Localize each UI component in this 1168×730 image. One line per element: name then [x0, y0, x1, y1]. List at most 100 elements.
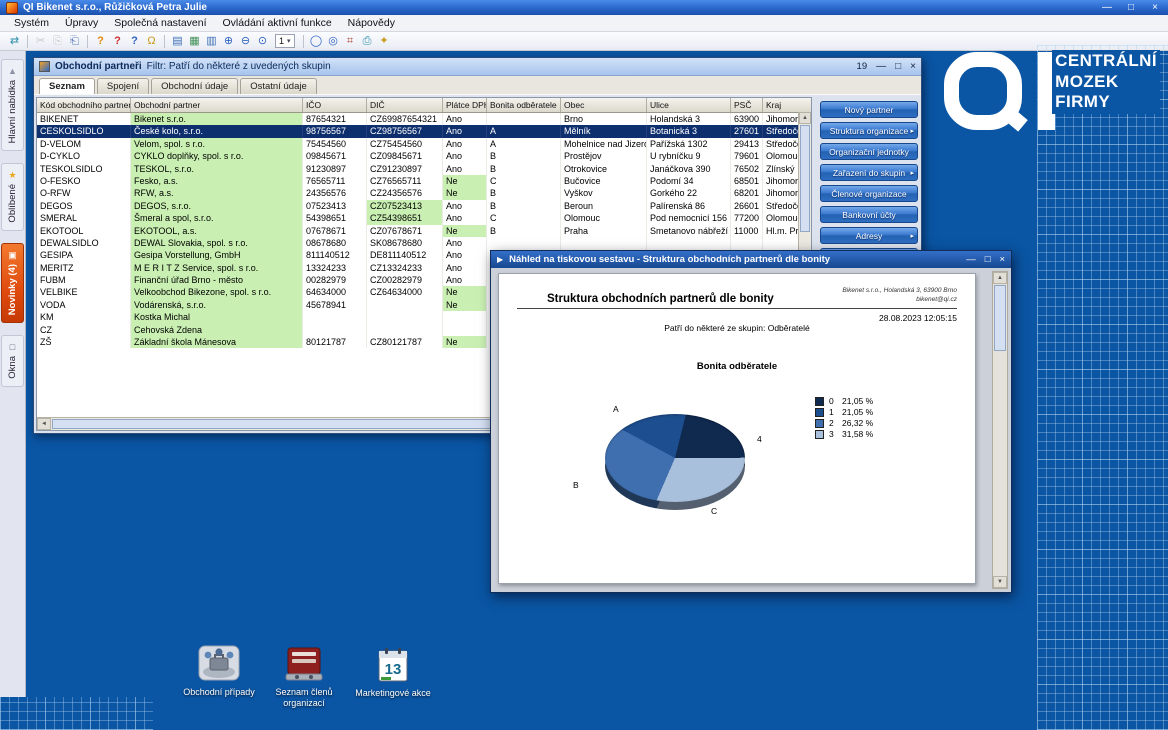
scrollbar-thumb[interactable]	[800, 125, 810, 232]
menu-n-pov-dy[interactable]: Nápovědy	[340, 16, 403, 30]
action-bankovn-ty-button[interactable]: Bankovní účty	[820, 206, 918, 223]
export-icon[interactable]: ✦	[376, 34, 393, 49]
help-red-icon[interactable]: ?	[109, 34, 126, 49]
table-row[interactable]: EKOTOOLEKOTOOL, a.s.07678671CZ07678671Ne…	[37, 225, 811, 237]
column-header-di[interactable]: DIČ	[367, 98, 443, 112]
table-cell: Šmeral a spol, s.r.o.	[131, 212, 303, 224]
zoom-out-icon[interactable]: ⊖	[237, 34, 254, 49]
table-cell: Gorkého 22	[647, 187, 731, 199]
table-cell: CZ80121787	[367, 336, 443, 348]
zoom-fit-icon[interactable]: ⊙	[254, 34, 271, 49]
table-cell: B	[487, 200, 561, 212]
action-lenov-organizace-button[interactable]: Členové organizace	[820, 185, 918, 202]
table-row[interactable]: DEGOSDEGOS, s.r.o.07523413CZ07523413AnoB…	[37, 200, 811, 212]
print-icon[interactable]: ⎙	[359, 34, 376, 49]
minimize-button[interactable]: —	[966, 254, 976, 265]
submenu-arrow-icon: ▸	[910, 127, 914, 135]
table-row[interactable]: DEWALSIDLODEWAL Slovakia, spol. s r.o.08…	[37, 237, 811, 249]
maximize-button[interactable]: □	[895, 61, 901, 72]
column-header-kraj[interactable]: Kraj	[763, 98, 811, 112]
table-cell: Vodárenská, s.r.o.	[131, 299, 303, 311]
scrollbar-thumb[interactable]	[994, 285, 1006, 351]
help-orange-icon[interactable]: ?	[92, 34, 109, 49]
scroll-left-icon[interactable]: ◄	[37, 418, 51, 430]
table-cell	[731, 237, 763, 249]
minimize-button[interactable]: —	[876, 61, 886, 72]
column-header-ps[interactable]: PSČ	[731, 98, 763, 112]
preview-window-titlebar[interactable]: ▶ Náhled na tiskovou sestavu - Struktura…	[491, 251, 1011, 268]
column-header-i-o[interactable]: IČO	[303, 98, 367, 112]
action-za-azen-do-skupin-button[interactable]: Zařazení do skupin▸	[820, 164, 918, 181]
menu-pravy[interactable]: Úpravy	[57, 16, 106, 30]
copy-icon[interactable]: ⎘	[49, 34, 66, 49]
tab-seznam[interactable]: Seznam	[39, 78, 95, 94]
table-row[interactable]: SMERALŠmeral a spol, s.r.o.54398651CZ543…	[37, 212, 811, 224]
preview-vertical-scrollbar[interactable]: ▲ ▼	[992, 271, 1008, 589]
partners-window-filter-text: Filtr: Patří do některé z uvedených skup…	[147, 61, 331, 72]
partners-window-titlebar[interactable]: Obchodní partneři Filtr: Patří do někter…	[34, 58, 921, 76]
sidebar-item-novinky-4[interactable]: ▣Novinky (4)	[1, 243, 24, 323]
ring-icon[interactable]: ◯	[308, 34, 325, 49]
paste-icon[interactable]: ⎗	[66, 34, 83, 49]
pie-slice-label-b: B	[573, 480, 579, 490]
table-cell: Ne	[443, 187, 487, 199]
menu-spole-n-nastaven[interactable]: Společná nastavení	[106, 16, 214, 30]
tab-obchodn-daje[interactable]: Obchodní údaje	[151, 78, 238, 94]
legend-swatch	[815, 419, 824, 428]
tab-ostatn-daje[interactable]: Ostatní údaje	[240, 78, 317, 94]
page-number-dropdown[interactable]: 1▾	[275, 34, 295, 48]
close-button[interactable]: ×	[1148, 2, 1162, 13]
action-adresy-button[interactable]: Adresy▸	[820, 227, 918, 244]
action-nov-partner-button[interactable]: Nový partner	[820, 101, 918, 118]
action-struktura-organizace-button[interactable]: Struktura organizace▸	[820, 122, 918, 139]
table-view-icon[interactable]: ▦	[186, 34, 203, 49]
column-header-bonita-odb-ratele[interactable]: Bonita odběratele	[487, 98, 561, 112]
scroll-up-icon[interactable]: ▲	[799, 112, 811, 124]
table-row[interactable]: O-FESKOFesko, a.s.76565711CZ76565711NeCB…	[37, 175, 811, 187]
close-button[interactable]: ×	[999, 254, 1005, 265]
grid-small-icon[interactable]: ⌗	[342, 34, 359, 49]
table-row[interactable]: D-CYKLOCYKLO doplňky, spol. s r.o.098456…	[37, 150, 811, 162]
sidebar-item-okna[interactable]: □Okna	[1, 335, 24, 387]
help-blue-icon[interactable]: ?	[126, 34, 143, 49]
maximize-button[interactable]: □	[1124, 2, 1138, 13]
minimize-button[interactable]: —	[1100, 2, 1114, 13]
table-cell: 11000	[731, 225, 763, 237]
scroll-down-icon[interactable]: ▼	[993, 576, 1007, 588]
chart-title: Bonita odběratele	[517, 361, 957, 372]
maximize-button[interactable]: □	[985, 254, 991, 265]
target-icon[interactable]: ◎	[325, 34, 342, 49]
column-header-pl-tce-dph[interactable]: Plátce DPH	[443, 98, 487, 112]
desktop-icon-label: Marketingové akce	[352, 688, 434, 699]
column-header-obchodn-partner[interactable]: Obchodní partner	[131, 98, 303, 112]
table-cell: Mělník	[561, 125, 647, 137]
column-header-obec[interactable]: Obec	[561, 98, 647, 112]
legend-value: 21,05 %	[842, 407, 873, 417]
menu-ovl-d-n-aktivn-funkce[interactable]: Ovládání aktivní funkce	[215, 16, 340, 30]
table-row[interactable]: D-VELOMVelom, spol. s r.o.75454560CZ7545…	[37, 138, 811, 150]
tab-spojen[interactable]: Spojení	[97, 78, 149, 94]
scroll-up-icon[interactable]: ▲	[993, 272, 1007, 284]
table-row[interactable]: O-RFWRFW, a.s.24356576CZ24356576NeBVyško…	[37, 187, 811, 199]
table-row[interactable]: CESKOLSIDLOČeské kolo, s.r.o.98756567CZ9…	[37, 125, 811, 137]
table-row[interactable]: BIKENETBikenet s.r.o.87654321CZ699876543…	[37, 113, 811, 125]
column-header-k-d-obchodn-ho-partnera[interactable]: Kód obchodního partnera	[37, 98, 131, 112]
desktop-icon-marketing-events[interactable]: 13 Marketingové akce	[352, 647, 434, 699]
list-view-icon[interactable]: ▥	[203, 34, 220, 49]
close-button[interactable]: ×	[910, 61, 916, 72]
desktop-icon-business-cases[interactable]: Obchodní případy	[178, 644, 260, 698]
column-header-ulice[interactable]: Ulice	[647, 98, 731, 112]
table-cell: Ano	[443, 212, 487, 224]
table-row[interactable]: TESKOLSIDLOTESKOL, s.r.o.91230897CZ91230…	[37, 163, 811, 175]
zoom-in-icon[interactable]: ⊕	[220, 34, 237, 49]
navigate-icon[interactable]: ⇄	[6, 34, 23, 49]
menu-syst-m[interactable]: Systém	[6, 16, 57, 30]
member-list-icon	[283, 644, 325, 684]
sidebar-item-obl-ben[interactable]: ★Oblíbené	[1, 163, 24, 231]
desktop-icon-member-list[interactable]: Seznam členů organizací	[266, 644, 342, 709]
cut-icon[interactable]: ✂	[32, 34, 49, 49]
action-organiza-n-jednotky-button[interactable]: Organizační jednotky	[820, 143, 918, 160]
form-view-icon[interactable]: ▤	[169, 34, 186, 49]
sidebar-item-hlavn-nab-dka[interactable]: ▲Hlavní nabídka	[1, 59, 24, 151]
bell-icon[interactable]: Ω	[143, 34, 160, 49]
